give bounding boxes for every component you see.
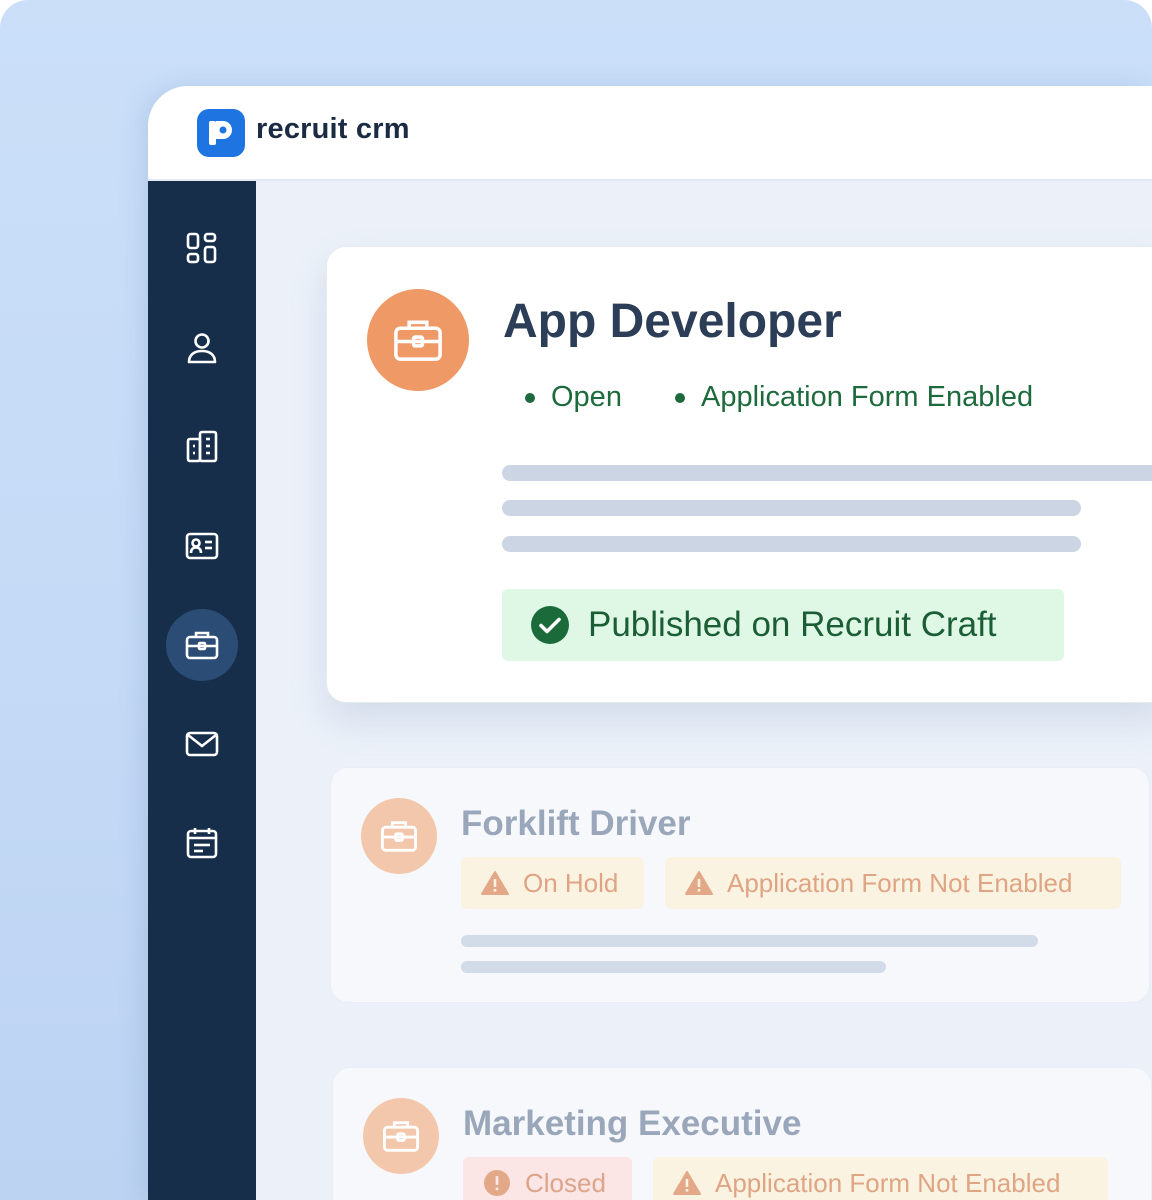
status-label: Open — [551, 381, 622, 413]
job-avatar — [367, 289, 469, 391]
job-card-app-developer[interactable]: App Developer Open Application Form Enab… — [326, 246, 1152, 703]
placeholder-line — [502, 465, 1152, 481]
warning-icon — [685, 871, 713, 895]
status-badge-form-not-enabled: Application Form Not Enabled — [653, 1157, 1108, 1200]
job-title: Marketing Executive — [463, 1104, 802, 1143]
contact-card-icon — [185, 532, 219, 560]
badge-label: On Hold — [523, 867, 619, 898]
app-name: recruit crm — [256, 113, 410, 145]
job-card-marketing-executive[interactable]: Marketing Executive Closed Application F… — [332, 1067, 1152, 1200]
warning-icon — [673, 1171, 701, 1195]
placeholder-line — [502, 500, 1081, 516]
top-bar: recruit crm — [148, 86, 1152, 181]
job-title: Forklift Driver — [461, 804, 691, 843]
nav-companies[interactable] — [166, 411, 238, 483]
status-dot — [675, 392, 685, 403]
job-title: App Developer — [503, 295, 842, 348]
status-form-enabled: Application Form Enabled — [675, 381, 1033, 414]
warning-icon — [481, 871, 509, 895]
alert-circle-icon — [484, 1170, 510, 1196]
logo-icon — [197, 109, 245, 157]
candidate-icon — [187, 333, 217, 364]
app-window: recruit crm App Developer Open Applicati… — [148, 86, 1152, 1200]
nav-jobs[interactable] — [166, 609, 238, 681]
placeholder-line — [502, 536, 1081, 552]
nav-contacts[interactable] — [166, 510, 238, 582]
job-avatar — [361, 798, 437, 874]
status-badge-form-not-enabled: Application Form Not Enabled — [665, 857, 1121, 909]
company-icon — [186, 430, 218, 463]
nav-candidates[interactable] — [166, 312, 238, 384]
published-label: Published on Recruit Craft — [588, 605, 997, 644]
nav-dashboard[interactable] — [166, 213, 238, 285]
badge-label: Application Form Not Enabled — [727, 867, 1073, 898]
placeholder-line — [461, 961, 886, 973]
nav-calendar[interactable] — [166, 807, 238, 879]
status-label: Application Form Enabled — [701, 381, 1034, 413]
job-card-forklift-driver[interactable]: Forklift Driver On Hold Application Form… — [330, 767, 1150, 1003]
briefcase-icon — [394, 320, 442, 361]
briefcase-icon — [185, 631, 219, 660]
published-banner: Published on Recruit Craft — [502, 589, 1064, 661]
check-circle-icon — [531, 606, 569, 644]
dashboard-icon — [186, 232, 217, 264]
sidebar — [148, 181, 256, 1200]
placeholder-line — [461, 935, 1038, 947]
status-open: Open — [525, 381, 622, 414]
briefcase-icon — [380, 821, 418, 852]
job-avatar — [363, 1098, 439, 1174]
briefcase-icon — [382, 1121, 420, 1152]
mail-icon — [185, 731, 219, 757]
status-badge-on-hold: On Hold — [461, 857, 644, 909]
nav-mail[interactable] — [166, 708, 238, 780]
badge-label: Application Form Not Enabled — [715, 1167, 1061, 1198]
badge-label: Closed — [525, 1167, 606, 1198]
status-dot — [525, 392, 535, 403]
status-badge-closed: Closed — [463, 1157, 632, 1200]
calendar-icon — [186, 828, 218, 859]
